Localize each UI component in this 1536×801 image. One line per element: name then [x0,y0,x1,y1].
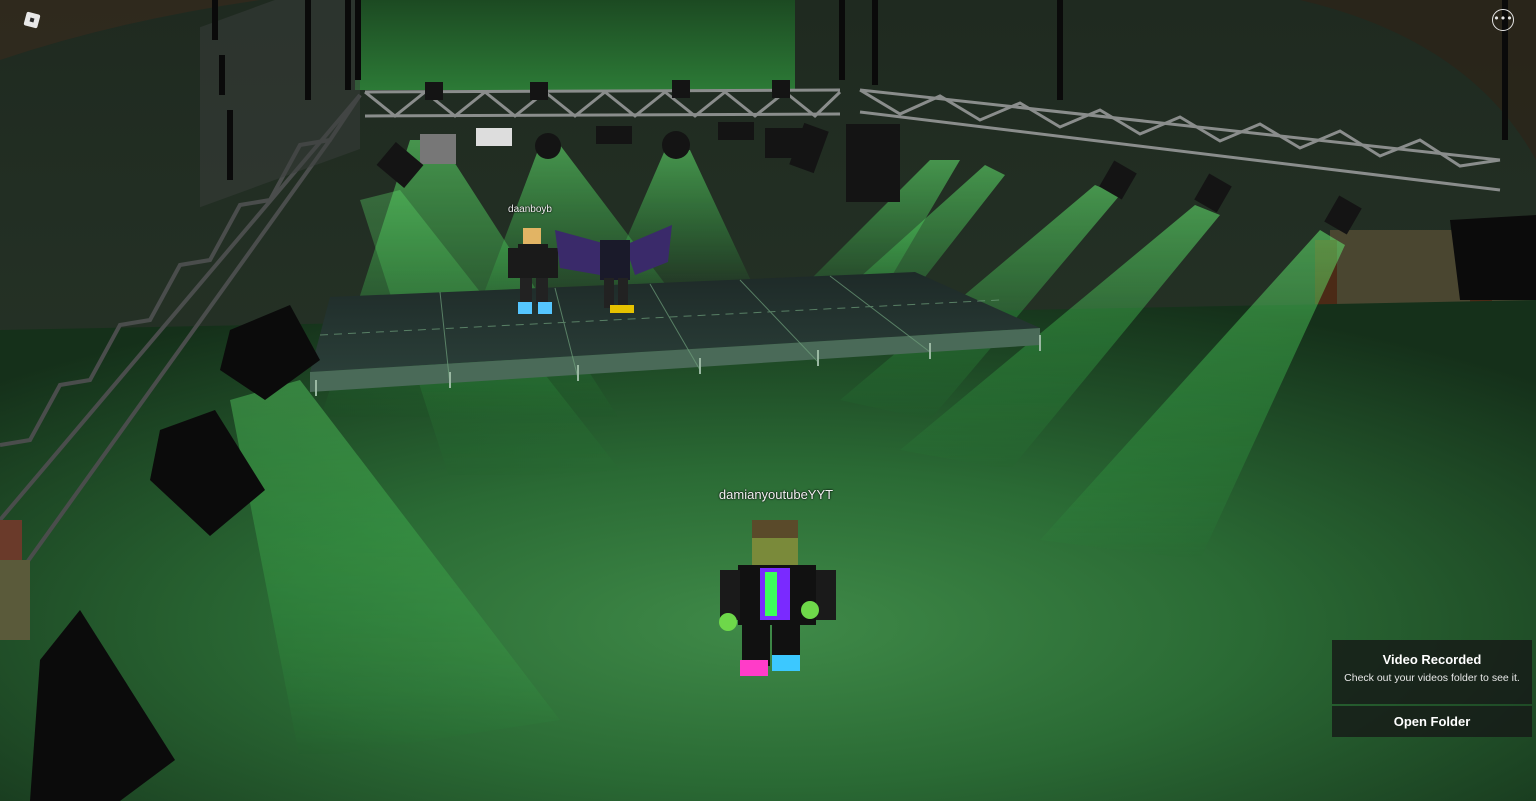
game-viewport[interactable] [0,0,1536,801]
back-wall-green [355,0,795,90]
player-nametag: daanboyb [508,204,552,215]
roblox-logo-icon [23,11,41,29]
video-recorded-notification: Video Recorded Check out your videos fol… [1332,640,1532,737]
open-folder-button[interactable]: Open Folder [1332,706,1532,737]
more-options-icon: ••• [1493,12,1513,25]
player-nametag: damianyoutubeYYT [718,487,834,502]
notification-body: Video Recorded Check out your videos fol… [1332,640,1532,704]
more-options-button[interactable]: ••• [1492,9,1514,31]
notification-title: Video Recorded [1382,652,1482,667]
roblox-menu-button[interactable] [20,8,44,32]
notification-message: Check out your videos folder to see it. [1344,672,1520,684]
